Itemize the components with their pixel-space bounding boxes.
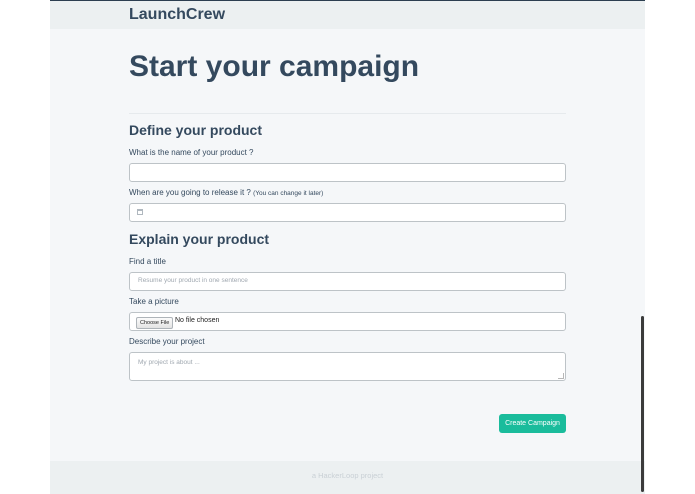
release-date-label: When are you going to release it ? (You … xyxy=(129,188,323,197)
brand-logo[interactable]: LaunchCrew xyxy=(129,6,225,24)
navbar: LaunchCrew xyxy=(50,1,645,29)
product-name-label: What is the name of your product ? xyxy=(129,148,254,157)
file-status-text: No file chosen xyxy=(175,317,220,324)
section-title-explain: Explain your product xyxy=(129,231,270,247)
product-title-placeholder: Resume your product in one sentence xyxy=(138,277,248,284)
project-description-placeholder: My project is about ... xyxy=(138,359,200,366)
take-picture-label: Take a picture xyxy=(129,297,179,306)
section-title-define: Define your product xyxy=(129,122,263,138)
find-title-label: Find a title xyxy=(129,257,166,266)
release-date-hint: (You can change it later) xyxy=(253,190,324,197)
project-description-textarea[interactable]: My project is about ... xyxy=(129,352,566,381)
calendar-icon xyxy=(137,209,143,215)
page-container: LaunchCrew Start your campaign Define yo… xyxy=(50,0,645,494)
choose-file-button[interactable]: Choose File xyxy=(136,317,174,329)
footer-text: a HackerLoop project xyxy=(311,471,384,480)
page-scrollbar[interactable] xyxy=(641,316,644,492)
picture-file-input[interactable]: Choose File No file chosen xyxy=(129,312,566,331)
divider xyxy=(129,113,566,114)
release-date-input[interactable] xyxy=(129,203,566,222)
product-name-input[interactable] xyxy=(129,163,566,182)
release-date-label-text: When are you going to release it ? xyxy=(129,188,251,197)
describe-project-label: Describe your project xyxy=(129,337,205,346)
resize-grip-icon[interactable] xyxy=(558,373,564,379)
page-title: Start your campaign xyxy=(129,50,420,83)
footer: a HackerLoop project xyxy=(50,461,645,494)
create-campaign-button[interactable]: Create Campaign xyxy=(499,414,566,433)
product-title-input[interactable]: Resume your product in one sentence xyxy=(129,272,566,291)
